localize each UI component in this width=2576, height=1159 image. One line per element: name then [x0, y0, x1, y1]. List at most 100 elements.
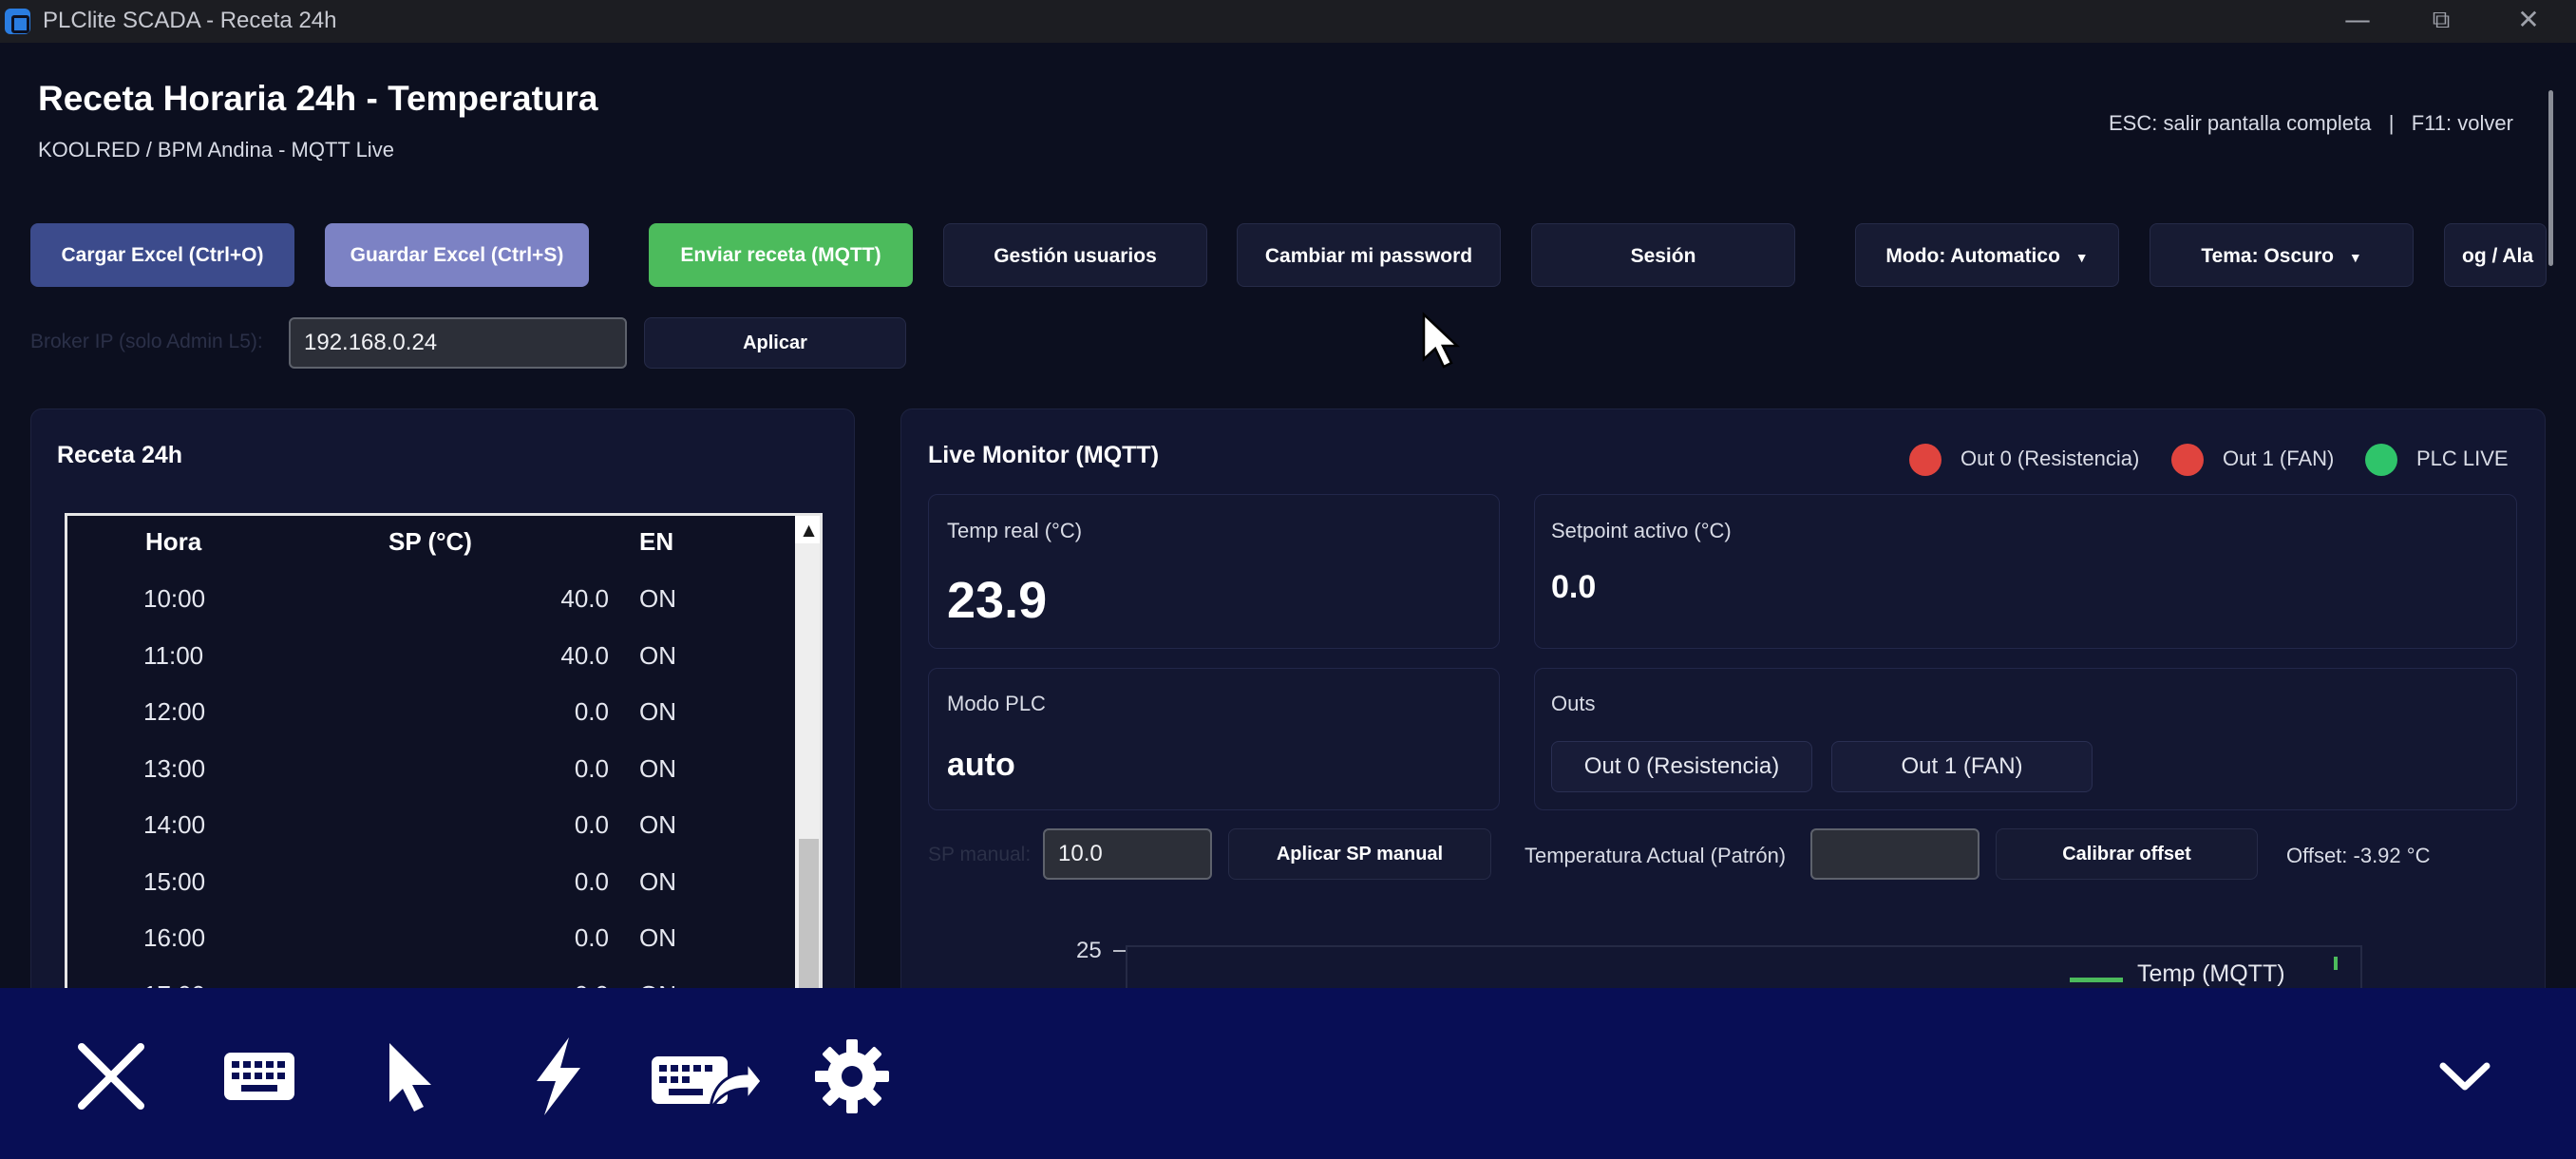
- app-icon: [5, 9, 30, 34]
- lightning-icon[interactable]: [516, 1034, 601, 1119]
- column-header-hora[interactable]: Hora: [145, 527, 201, 557]
- live-monitor-title: Live Monitor (MQTT): [928, 442, 1160, 468]
- keyboard-icon[interactable]: [217, 1034, 302, 1119]
- plc-mode-card: Modo PLC auto: [928, 668, 1500, 810]
- cell-en: ON: [639, 866, 676, 896]
- close-window-button[interactable]: ✕: [2491, 0, 2567, 43]
- cell-en: ON: [639, 697, 676, 726]
- legend-label: Temp (MQTT): [2137, 960, 2285, 987]
- caret-down-icon: ▼: [2348, 250, 2362, 265]
- recipe-panel-title: Receta 24h: [57, 442, 183, 468]
- cell-en: ON: [639, 810, 676, 839]
- table-row[interactable]: 15:00 0.0 ON: [67, 854, 732, 911]
- recipe-table[interactable]: Hora SP (°C) EN 10:00 40.0 ON 11:00 40.0 ON 12…: [65, 513, 823, 1031]
- restore-button[interactable]: ⧉: [2403, 0, 2479, 43]
- page-title: Receta Horaria 24h - Temperatura: [38, 79, 598, 118]
- out1-status-led: [2171, 444, 2204, 476]
- broker-ip-label: Broker IP (solo Admin L5):: [30, 331, 263, 352]
- cell-hora: 13:00: [143, 753, 206, 783]
- chevron-down-icon[interactable]: [2422, 1034, 2508, 1119]
- pointer-icon[interactable]: [369, 1034, 454, 1119]
- page-scrollbar[interactable]: [2548, 90, 2553, 266]
- table-row[interactable]: 16:00 0.0 ON: [67, 910, 732, 967]
- theme-dropdown-label: Tema: Oscuro: [2201, 245, 2334, 267]
- cell-hora: 14:00: [143, 810, 206, 839]
- page-subtitle: KOOLRED / BPM Andina - MQTT Live: [38, 138, 394, 162]
- table-row[interactable]: 13:00 0.0 ON: [67, 741, 732, 798]
- out1-button[interactable]: Out 1 (FAN): [1831, 741, 2093, 792]
- table-row[interactable]: 11:00 40.0 ON: [67, 628, 732, 685]
- mode-dropdown-label: Modo: Automatico: [1885, 245, 2060, 267]
- log-alarms-button[interactable]: og / Ala: [2444, 223, 2547, 287]
- minimize-button[interactable]: —: [2320, 0, 2396, 43]
- column-header-sp[interactable]: SP (°C): [388, 527, 472, 557]
- cell-hora: 12:00: [143, 697, 206, 726]
- out0-button[interactable]: Out 0 (Resistencia): [1551, 741, 1812, 792]
- plc-live-label: PLC LIVE: [2416, 446, 2509, 470]
- setpoint-card: Setpoint activo (°C) 0.0: [1534, 494, 2517, 649]
- out1-status-label: Out 1 (FAN): [2223, 446, 2335, 470]
- chart-y-tick: [1113, 950, 1127, 952]
- cell-hora: 15:00: [143, 866, 206, 896]
- caret-down-icon: ▼: [2074, 250, 2089, 265]
- temp-real-value: 23.9: [947, 572, 1048, 629]
- cell-hora: 16:00: [143, 923, 206, 952]
- session-button[interactable]: Sesión: [1531, 223, 1795, 287]
- app-main: Receta Horaria 24h - Temperatura KOOLRED…: [0, 43, 2576, 1074]
- cell-hora: 11:00: [143, 640, 204, 670]
- calibrate-offset-button[interactable]: Calibrar offset: [1996, 828, 2258, 880]
- out0-status-label: Out 0 (Resistencia): [1960, 446, 2140, 470]
- table-row[interactable]: 14:00 0.0 ON: [67, 797, 732, 854]
- offset-readout: Offset: -3.92 °C: [2286, 844, 2431, 867]
- table-row[interactable]: 10:00 40.0 ON: [67, 571, 732, 628]
- window-titlebar[interactable]: PLClite SCADA - Receta 24h — ⧉ ✕: [0, 0, 2576, 43]
- scroll-up-icon[interactable]: ▲: [795, 516, 820, 543]
- mouse-cursor-icon: [1422, 312, 1461, 369]
- cell-sp: 0.0: [574, 697, 609, 726]
- change-password-button[interactable]: Cambiar mi password: [1237, 223, 1501, 287]
- user-management-button[interactable]: Gestión usuarios: [943, 223, 1207, 287]
- table-row[interactable]: 12:00 0.0 ON: [67, 684, 732, 741]
- cell-sp: 0.0: [574, 753, 609, 783]
- send-recipe-button[interactable]: Enviar receta (MQTT): [649, 223, 913, 287]
- temp-real-card: Temp real (°C) 23.9: [928, 494, 1500, 649]
- close-icon[interactable]: [68, 1034, 154, 1119]
- cell-en: ON: [639, 640, 676, 670]
- temp-real-label: Temp real (°C): [947, 519, 1083, 542]
- cell-sp: 40.0: [560, 640, 609, 670]
- sp-manual-input[interactable]: 10.0: [1043, 828, 1212, 880]
- keyboard-share-icon[interactable]: [652, 1034, 762, 1119]
- cell-en: ON: [639, 923, 676, 952]
- apply-sp-manual-button[interactable]: Aplicar SP manual: [1228, 828, 1491, 880]
- theme-dropdown[interactable]: Tema: Oscuro ▼: [2150, 223, 2414, 287]
- sp-manual-label: SP manual:: [928, 844, 1032, 865]
- cell-en: ON: [639, 753, 676, 783]
- apply-broker-button[interactable]: Aplicar: [644, 317, 906, 369]
- window-title: PLClite SCADA - Receta 24h: [43, 8, 337, 33]
- cell-sp: 0.0: [574, 810, 609, 839]
- broker-ip-input[interactable]: 192.168.0.24: [289, 317, 627, 369]
- cell-hora: 10:00: [143, 584, 206, 613]
- plc-mode-label: Modo PLC: [947, 692, 1046, 715]
- mode-dropdown[interactable]: Modo: Automatico ▼: [1855, 223, 2119, 287]
- cell-sp: 0.0: [574, 866, 609, 896]
- chart-series-line: [2334, 957, 2338, 970]
- setpoint-value: 0.0: [1551, 569, 1597, 605]
- cell-sp: 40.0: [560, 584, 609, 613]
- outs-label: Outs: [1551, 692, 1596, 715]
- temp-actual-label: Temperatura Actual (Patrón): [1525, 844, 1787, 867]
- load-excel-button[interactable]: Cargar Excel (Ctrl+O): [30, 223, 294, 287]
- cell-sp: 0.0: [574, 923, 609, 952]
- cell-en: ON: [639, 584, 676, 613]
- save-excel-button[interactable]: Guardar Excel (Ctrl+S): [325, 223, 589, 287]
- legend-swatch: [2070, 978, 2123, 982]
- hotkeys-hint: ESC: salir pantalla completa | F11: volv…: [2109, 111, 2513, 135]
- plc-mode-value: auto: [947, 747, 1015, 783]
- column-header-en[interactable]: EN: [639, 527, 673, 557]
- outs-card: Outs Out 0 (Resistencia) Out 1 (FAN): [1534, 668, 2517, 810]
- temp-actual-input[interactable]: [1810, 828, 1979, 880]
- table-scrollbar[interactable]: ▲: [795, 516, 820, 1028]
- gear-icon[interactable]: [809, 1034, 895, 1119]
- plc-live-led: [2365, 444, 2397, 476]
- chart-y-tick-label: 25: [1076, 938, 1102, 963]
